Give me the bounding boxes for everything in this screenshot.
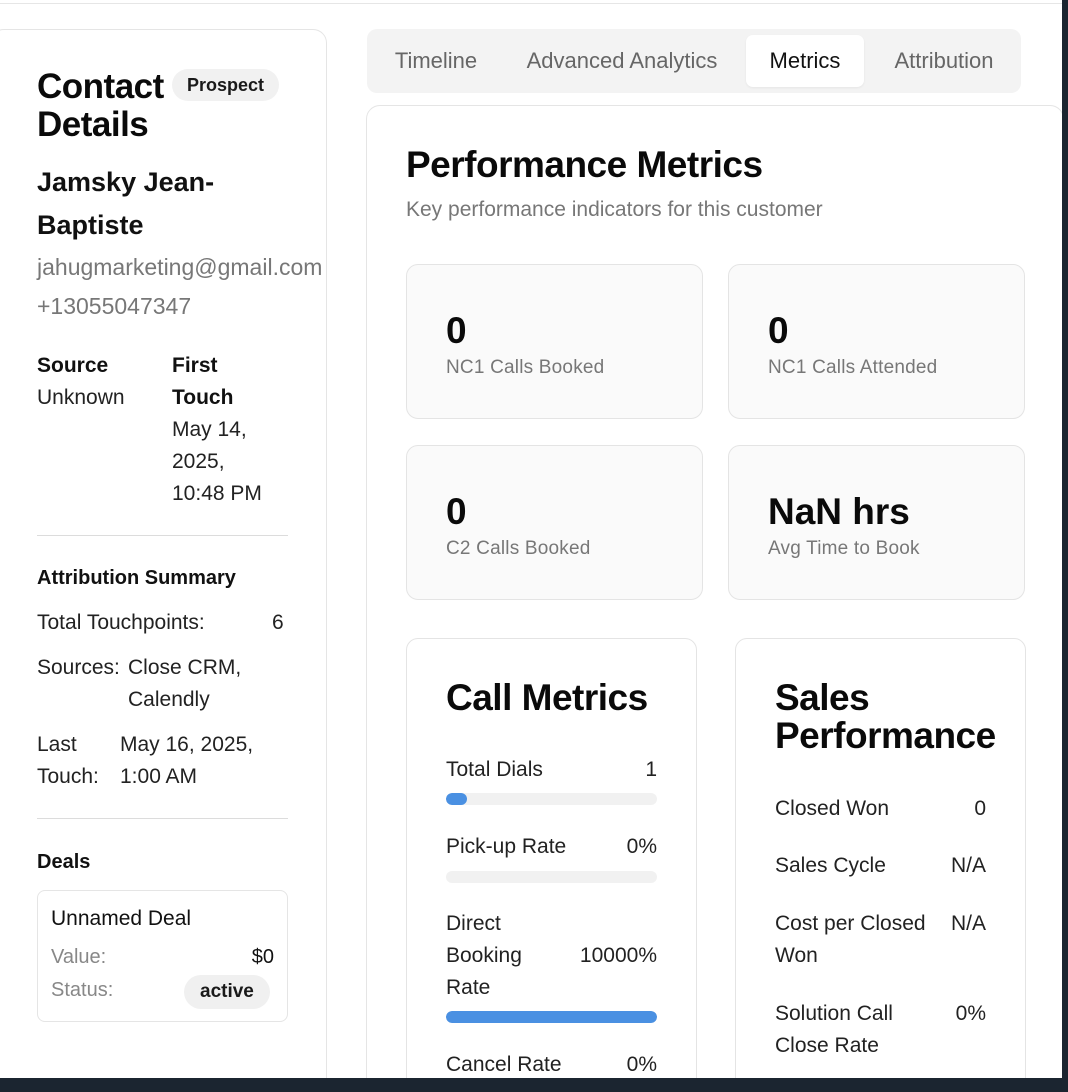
metric-value: 1 [645, 758, 657, 781]
contact-email[interactable]: jahugmarketing@gmail.com [37, 252, 322, 282]
tab-timeline[interactable]: Timeline [375, 35, 497, 87]
source-label: Source [37, 354, 109, 377]
kpi-value: 0 [768, 310, 789, 351]
deal-value-label: Value: [51, 946, 107, 968]
deal-value: $0 [251, 946, 274, 968]
metric-label: Cost per Closed Won [775, 912, 926, 967]
first-touch-label: First Touch [172, 354, 234, 409]
contact-name: Jamsky Jean-Baptiste [37, 167, 215, 240]
kpi-value: 0 [446, 310, 467, 351]
progress-bar-fill [446, 1011, 657, 1023]
kpi-label: Avg Time to Book [768, 538, 920, 559]
metric-value: 0% [626, 835, 657, 858]
tab-attribution[interactable]: Attribution [874, 35, 1014, 87]
contact-title: Contact Details [37, 67, 164, 144]
call-metrics-card: Call Metrics Total Dials 1 Pick-up Rate … [406, 638, 697, 1078]
status-badge: Prospect [172, 69, 280, 101]
panel-title: Performance Metrics [406, 144, 763, 185]
progress-bar-fill [446, 793, 468, 805]
sales-performance-title: Sales Performance [775, 677, 996, 756]
progress-bar [446, 1011, 657, 1023]
divider [37, 818, 288, 819]
kpi-label: C2 Calls Booked [446, 538, 591, 559]
kpi-card: 0 NC1 Calls Booked [406, 264, 703, 419]
last-touch-label: Last Touch: [37, 733, 99, 788]
kpi-card: 0 C2 Calls Booked [406, 445, 703, 600]
progress-bar [446, 793, 657, 805]
metric-value: N/A [950, 854, 986, 877]
metric-value: 0% [626, 1053, 657, 1076]
attribution-heading: Attribution Summary [37, 567, 236, 589]
metric-label: Total Dials [446, 758, 543, 781]
kpi-value: NaN hrs [768, 491, 910, 532]
deal-status-label: Status: [51, 979, 114, 1001]
sources-value: Close CRM, Calendly [128, 656, 242, 711]
kpi-value: 0 [446, 491, 467, 532]
total-touchpoints-label: Total Touchpoints: [37, 611, 205, 634]
divider [37, 535, 288, 536]
deal-status-badge: active [184, 975, 270, 1009]
metric-label: Direct Booking Rate [446, 912, 522, 999]
sources-label: Sources: [37, 656, 120, 679]
metric-label: Closed Won [775, 797, 890, 820]
panel-subtitle: Key performance indicators for this cust… [406, 198, 823, 221]
tab-metrics[interactable]: Metrics [746, 35, 864, 87]
metric-label: Solution Call Close Rate [775, 1002, 893, 1057]
first-touch-value: May 14, 2025, 10:48 PM [172, 418, 262, 505]
metric-value: 0 [974, 797, 986, 820]
metric-value: N/A [950, 912, 986, 935]
kpi-card: NaN hrs Avg Time to Book [728, 445, 1025, 600]
tab-bar: Timeline Advanced Analytics Metrics Attr… [367, 29, 1021, 93]
call-metrics-title: Call Metrics [446, 677, 648, 718]
app-window: Contact Details Prospect Jamsky Jean-Bap… [0, 0, 1062, 1078]
progress-bar [446, 871, 657, 883]
metric-value: 0% [955, 1002, 986, 1025]
kpi-card: 0 NC1 Calls Attended [728, 264, 1025, 419]
performance-panel: Performance Metrics Key performance indi… [366, 105, 1062, 1078]
metric-value: 10000% [579, 944, 657, 967]
deal-name: Unnamed Deal [51, 907, 192, 930]
total-touchpoints-value: 6 [272, 611, 284, 634]
top-divider [0, 3, 1062, 4]
sales-performance-card: Sales Performance Closed Won 0 Sales Cyc… [735, 638, 1026, 1078]
kpi-label: NC1 Calls Booked [446, 357, 605, 378]
last-touch-value: May 16, 2025, 1:00 AM [120, 733, 254, 788]
deals-heading: Deals [37, 851, 91, 873]
metric-label: Sales Cycle [775, 854, 886, 877]
contact-phone[interactable]: +13055047347 [37, 291, 191, 321]
kpi-label: NC1 Calls Attended [768, 357, 938, 378]
source-value: Unknown [37, 386, 125, 409]
metric-label: Pick-up Rate [446, 835, 567, 858]
metric-label: Cancel Rate [446, 1053, 562, 1076]
tab-advanced-analytics[interactable]: Advanced Analytics [509, 35, 735, 87]
deal-card[interactable]: Unnamed Deal Value: $0 Status: active [37, 890, 288, 1022]
